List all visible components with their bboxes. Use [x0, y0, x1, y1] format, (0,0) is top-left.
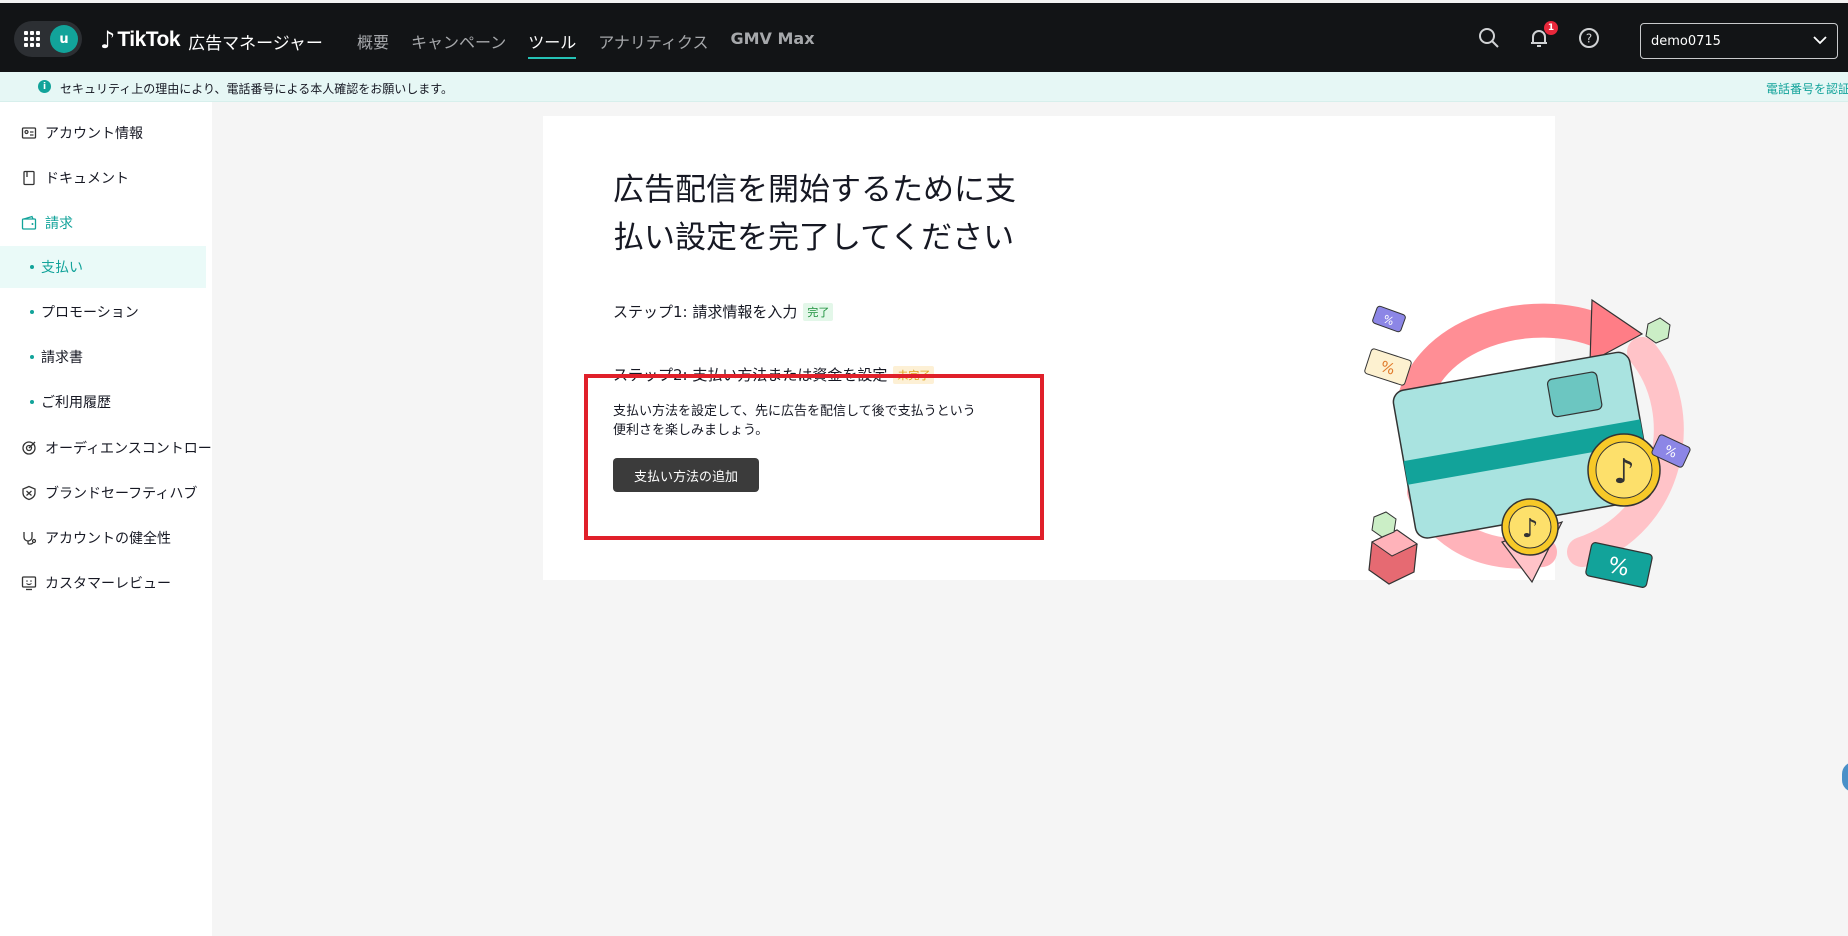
search-icon[interactable]	[1478, 27, 1500, 49]
sidebar-item-label: アカウント情報	[45, 126, 143, 142]
info-icon: i	[38, 80, 51, 93]
nav-gmv-max[interactable]: GMV Max	[730, 29, 814, 59]
sidebar-subitem-label: 支払い	[41, 260, 83, 276]
sidebar-item-label: オーディエンスコントロール	[45, 441, 212, 457]
sidebar-item-account-info[interactable]: アカウント情報	[0, 113, 212, 153]
status-badge-complete: 完了	[803, 302, 834, 321]
floating-help-button[interactable]	[1842, 762, 1848, 792]
notification-badge: 1	[1544, 21, 1558, 35]
tiktok-note-icon: ♪	[100, 25, 116, 54]
chevron-down-icon	[1813, 34, 1827, 49]
account-selector[interactable]: demo0715	[1640, 23, 1838, 59]
main-nav: 概要 キャンペーン ツール アナリティクス GMV Max	[357, 29, 815, 59]
target-icon	[22, 441, 36, 455]
sidebar-item-label: アカウントの健全性	[45, 531, 171, 547]
sidebar-item-documents[interactable]: ドキュメント	[0, 158, 212, 198]
bullet-dot	[30, 400, 34, 404]
help-icon[interactable]: ?	[1578, 27, 1600, 49]
bullet-dot	[30, 355, 34, 359]
sidebar-item-label: ブランドセーフティハブ	[45, 486, 198, 502]
top-navigation-bar: u ♪ TikTok 広告マネージャー 概要 キャンペーン ツール アナリティク…	[0, 0, 1848, 72]
sidebar-item-audience-control[interactable]: オーディエンスコントロール	[0, 428, 212, 468]
sidebar-subitem-label: 請求書	[41, 350, 83, 366]
sidebar-item-account-health[interactable]: アカウントの健全性	[0, 518, 212, 558]
notice-message: セキュリティ上の理由により、電話番号による本人確認をお願いします。	[60, 82, 454, 96]
review-icon	[21, 576, 37, 591]
health-icon	[23, 532, 37, 545]
sidebar-subitem-invoices[interactable]: 請求書	[0, 336, 206, 378]
sidebar: アカウント情報 ドキュメント 請求 支払い プロモーション 請求書 ご利用履歴 …	[0, 102, 212, 936]
nav-analytics[interactable]: アナリティクス	[598, 29, 708, 59]
nav-campaigns[interactable]: キャンペーン	[411, 29, 506, 59]
step-1: ステップ1: 請求情報を入力 完了	[613, 301, 834, 322]
sidebar-item-brand-safety[interactable]: ブランドセーフティハブ	[0, 473, 212, 513]
sidebar-item-label: カスタマーレビュー	[45, 576, 171, 592]
verify-phone-link[interactable]: 電話番号を認証	[1766, 80, 1848, 97]
sidebar-subitem-label: ご利用履歴	[41, 395, 111, 411]
nav-overview[interactable]: 概要	[357, 29, 389, 59]
sidebar-item-label: 請求	[45, 216, 73, 232]
product-name: 広告マネージャー	[188, 34, 323, 54]
nav-tools[interactable]: ツール	[528, 29, 577, 59]
page-title: 広告配信を開始するために支払い設定を完了してください	[613, 172, 1016, 256]
document-icon	[23, 170, 35, 186]
wallet-icon	[21, 215, 37, 230]
tiktok-logo[interactable]: ♪ TikTok 広告マネージャー	[100, 25, 323, 55]
sidebar-subitem-usage-history[interactable]: ご利用履歴	[0, 381, 206, 423]
sidebar-item-billing[interactable]: 請求	[0, 203, 212, 243]
sidebar-subitem-label: プロモーション	[41, 305, 139, 321]
bullet-dot	[30, 265, 34, 269]
avatar[interactable]: u	[50, 25, 78, 53]
sidebar-item-label: ドキュメント	[45, 171, 129, 187]
step-1-label: ステップ1: 請求情報を入力	[613, 303, 798, 321]
security-notice: i セキュリティ上の理由により、電話番号による本人確認をお願いします。 電話番号…	[0, 72, 1848, 102]
bullet-dot	[30, 310, 34, 314]
top-icons: 1 ?	[1478, 21, 1600, 49]
app-switcher-button[interactable]: u	[14, 21, 82, 57]
svg-text:?: ?	[1586, 32, 1592, 46]
grid-icon	[24, 31, 40, 47]
id-card-icon	[21, 127, 37, 139]
svg-text:♪: ♪	[1613, 452, 1635, 492]
sidebar-item-customer-review[interactable]: カスタマーレビュー	[0, 563, 212, 603]
highlight-box	[584, 374, 1044, 540]
sidebar-subitem-payment[interactable]: 支払い	[0, 246, 206, 288]
payment-card-illustration: ♪ ♪ % % % %	[1364, 298, 1691, 588]
sidebar-subitem-promotion[interactable]: プロモーション	[0, 291, 206, 333]
brand-name: TikTok	[117, 27, 181, 51]
svg-text:♪: ♪	[1522, 514, 1539, 544]
shield-icon	[22, 485, 36, 501]
bell-icon[interactable]: 1	[1528, 21, 1558, 49]
account-name: demo0715	[1651, 33, 1721, 49]
